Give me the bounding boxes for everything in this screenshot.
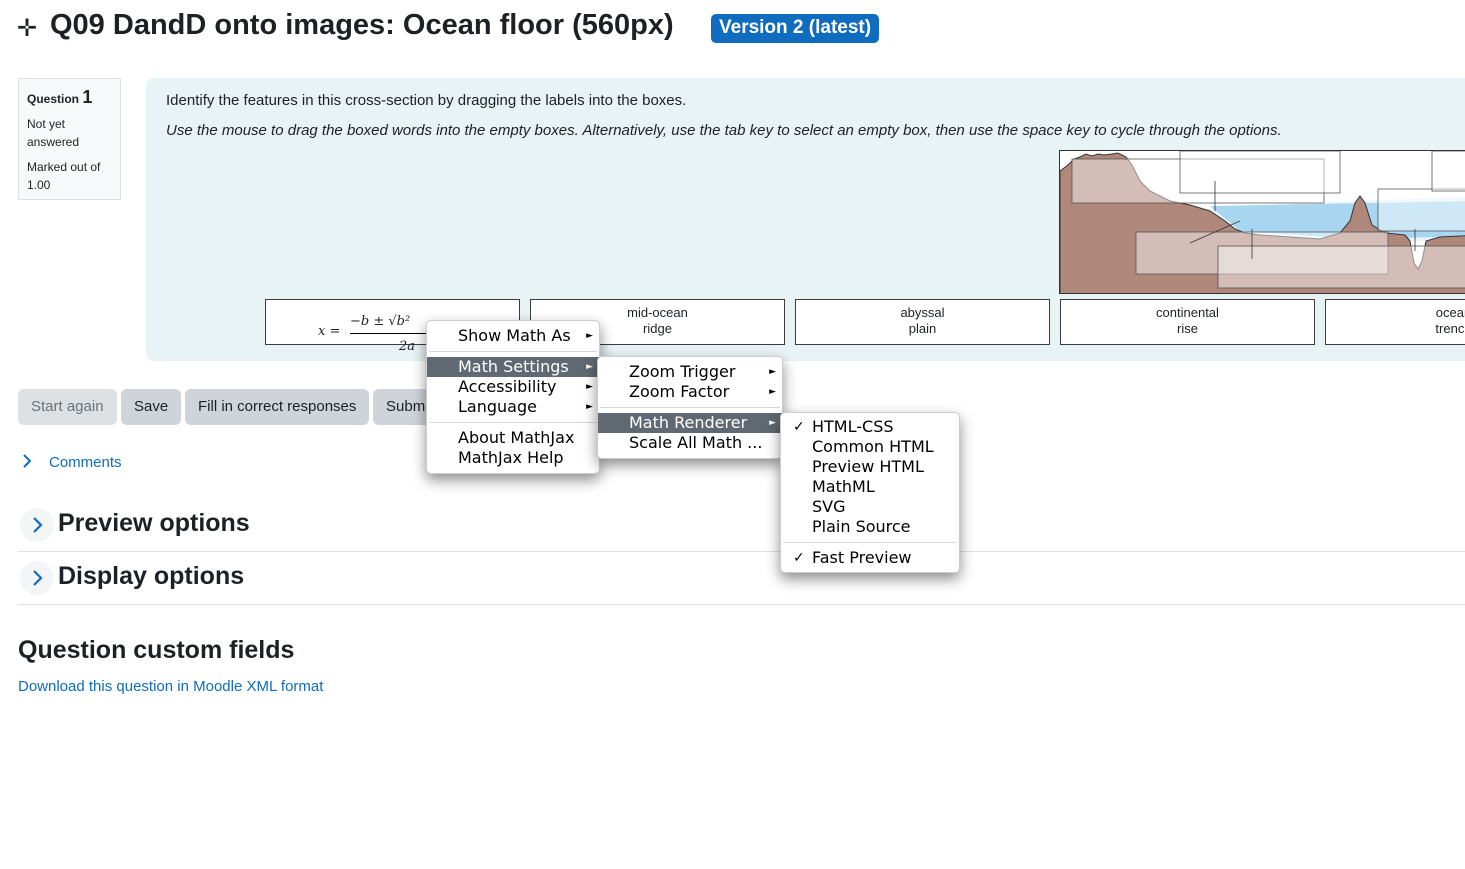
menu-separator [429, 422, 597, 423]
question-info: Question 1 Not yet answered Marked out o… [18, 78, 121, 200]
drag-item-abyssal-plain[interactable]: abyssal plain [795, 299, 1050, 345]
chevron-right-icon [33, 570, 43, 586]
drag-item-ocean-trench[interactable]: ocean trench [1325, 299, 1465, 345]
submenu-arrow-icon: ► [586, 402, 593, 412]
chevron-right-icon[interactable] [21, 452, 33, 475]
question-hint: Use the mouse to drag the boxed words in… [166, 122, 1282, 139]
menu-item-scale-all-math[interactable]: Scale All Math ... [598, 433, 782, 453]
menu-item-accessibility[interactable]: Accessibility ► [427, 377, 599, 397]
menu-item-language[interactable]: Language ► [427, 397, 599, 417]
submit-button[interactable]: Submit and finish [373, 389, 433, 425]
formula-numerator: −b ± √b² [350, 314, 411, 329]
question-text: Identify the features in this cross-sect… [166, 92, 687, 109]
submenu-arrow-icon: ► [769, 418, 776, 428]
ocean-floor-illustration [1060, 151, 1465, 293]
submenu-arrow-icon: ► [586, 382, 593, 392]
fill-correct-button[interactable]: Fill in correct responses [185, 389, 370, 425]
question-marks: Marked out of 1.00 [27, 160, 101, 192]
menu-separator [783, 542, 957, 543]
mathjax-context-menu: Show Math As ► Math Settings ► Accessibili… [426, 320, 600, 474]
save-button[interactable]: Save [121, 389, 182, 425]
page-title: Q09 DandD onto images: Ocean floor (560p… [50, 9, 674, 41]
renderer-option-plain-source[interactable]: Plain Source [781, 517, 959, 537]
submenu-arrow-icon: ► [769, 387, 776, 397]
menu-item-show-math-as[interactable]: Show Math As ► [427, 326, 599, 346]
chevron-right-icon [33, 517, 43, 533]
menu-item-zoom-factor[interactable]: Zoom Factor ► [598, 382, 782, 402]
menu-item-zoom-trigger[interactable]: Zoom Trigger ► [598, 362, 782, 382]
drag-item-continental-rise[interactable]: continental rise [1060, 299, 1315, 345]
submenu-arrow-icon: ► [769, 367, 776, 377]
menu-item-mathjax-help[interactable]: MathJax Help [427, 448, 599, 468]
divider [18, 551, 1465, 552]
renderer-option-preview-html[interactable]: Preview HTML [781, 457, 959, 477]
display-options-toggle[interactable] [20, 561, 54, 595]
menu-separator [429, 351, 597, 352]
submenu-arrow-icon: ► [586, 331, 593, 341]
question-status: Not yet answered [27, 117, 80, 149]
preview-options-toggle[interactable] [20, 508, 54, 542]
formula-lhs: x = [318, 324, 341, 339]
check-icon: ✓ [793, 550, 805, 566]
custom-fields-heading: Question custom fields [18, 636, 295, 664]
renderer-option-html-css[interactable]: ✓ HTML-CSS [781, 417, 959, 437]
ocean-floor-image [1059, 150, 1465, 294]
move-icon[interactable]: ✛ [17, 14, 37, 43]
divider [18, 604, 1465, 605]
submenu-arrow-icon: ► [586, 362, 593, 372]
display-options-heading[interactable]: Display options [58, 562, 244, 591]
renderer-option-common-html[interactable]: Common HTML [781, 437, 959, 457]
version-badge: Version 2 (latest) [711, 14, 880, 43]
menu-separator [600, 407, 780, 408]
comments-link[interactable]: Comments [49, 454, 122, 471]
renderer-option-mathml[interactable]: MathML [781, 477, 959, 497]
preview-options-heading[interactable]: Preview options [58, 509, 250, 538]
math-renderer-submenu: ✓ HTML-CSS Common HTML Preview HTML MathM… [780, 412, 960, 573]
start-again-button[interactable]: Start again [18, 389, 117, 425]
formula-denominator: 2a [399, 339, 416, 354]
math-settings-submenu: Zoom Trigger ► Zoom Factor ► Math Renderer… [597, 356, 783, 459]
menu-item-math-renderer[interactable]: Math Renderer ► [598, 413, 782, 433]
renderer-option-svg[interactable]: SVG [781, 497, 959, 517]
question-number: Question 1 [27, 87, 93, 107]
download-xml-link[interactable]: Download this question in Moodle XML for… [18, 678, 323, 695]
check-icon: ✓ [793, 419, 805, 435]
menu-item-math-settings[interactable]: Math Settings ► [427, 357, 599, 377]
renderer-option-fast-preview[interactable]: ✓ Fast Preview [781, 548, 959, 568]
menu-item-about-mathjax[interactable]: About MathJax [427, 428, 599, 448]
